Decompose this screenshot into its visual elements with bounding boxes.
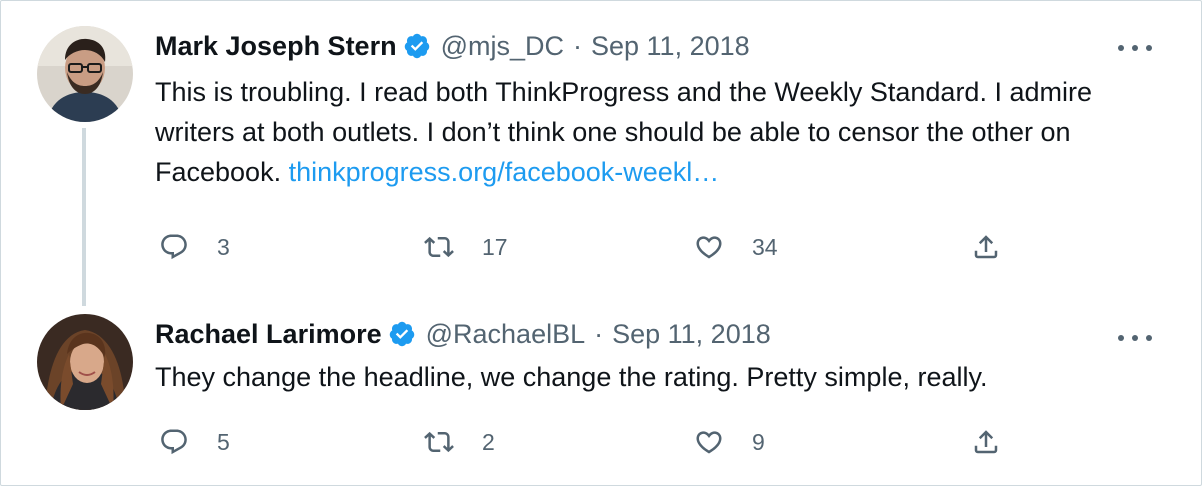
verified-badge-icon (403, 32, 431, 60)
share-icon (974, 235, 998, 259)
avatar-rachael-photo (37, 314, 133, 410)
more-options-icon[interactable] (1118, 328, 1152, 348)
heart-icon (696, 431, 722, 454)
share-button[interactable] (971, 422, 1001, 462)
retweet-icon (424, 236, 454, 258)
like-button[interactable]: 34 (694, 227, 778, 267)
tweet-actions: 3 17 34 (0, 227, 1202, 267)
reply-icon (161, 234, 187, 260)
tweet-header: Rachael Larimore @RachaelBL · Sep 11, 20… (155, 316, 771, 352)
author-name[interactable]: Rachael Larimore (155, 319, 382, 350)
reply-button[interactable]: 5 (159, 422, 230, 462)
more-options-icon[interactable] (1118, 38, 1152, 58)
retweet-count: 17 (482, 233, 508, 260)
avatar[interactable] (37, 314, 133, 410)
tweet-text: They change the headline, we change the … (155, 357, 1145, 397)
retweet-icon (424, 431, 454, 453)
reply-icon (161, 429, 187, 455)
author-name[interactable]: Mark Joseph Stern (155, 31, 397, 62)
thread-connector-line (82, 128, 86, 306)
tweet-text: This is troubling. I read both ThinkProg… (155, 72, 1145, 192)
tweet-header: Mark Joseph Stern @mjs_DC · Sep 11, 2018 (155, 28, 750, 64)
tweet-date[interactable]: Sep 11, 2018 (591, 31, 750, 62)
reply-count: 5 (217, 428, 230, 455)
retweet-button[interactable]: 17 (424, 227, 508, 267)
share-icon (974, 430, 998, 454)
tweet-date[interactable]: Sep 11, 2018 (612, 319, 771, 350)
verified-badge-icon (388, 320, 416, 348)
avatar[interactable] (37, 26, 133, 122)
author-handle[interactable]: @mjs_DC (441, 31, 564, 62)
retweet-button[interactable]: 2 (424, 422, 495, 462)
tweet[interactable]: Mark Joseph Stern @mjs_DC · Sep 11, 2018… (0, 0, 1202, 306)
separator-dot: · (573, 30, 582, 61)
heart-icon (696, 236, 722, 259)
like-count: 34 (752, 233, 778, 260)
tweet-text-content: They change the headline, we change the … (155, 362, 988, 392)
separator-dot: · (594, 318, 604, 349)
tweet-actions: 5 2 9 (0, 422, 1202, 462)
share-button[interactable] (971, 227, 1001, 267)
tweet-link[interactable]: thinkprogress.org/facebook-weekl… (289, 157, 720, 187)
retweet-count: 2 (482, 428, 495, 455)
tweet[interactable]: Rachael Larimore @RachaelBL · Sep 11, 20… (0, 292, 1202, 486)
like-button[interactable]: 9 (694, 422, 765, 462)
author-handle[interactable]: @RachaelBL (426, 319, 586, 350)
reply-button[interactable]: 3 (159, 227, 230, 267)
like-count: 9 (752, 428, 765, 455)
avatar-mark-photo (37, 26, 133, 122)
reply-count: 3 (217, 233, 230, 260)
